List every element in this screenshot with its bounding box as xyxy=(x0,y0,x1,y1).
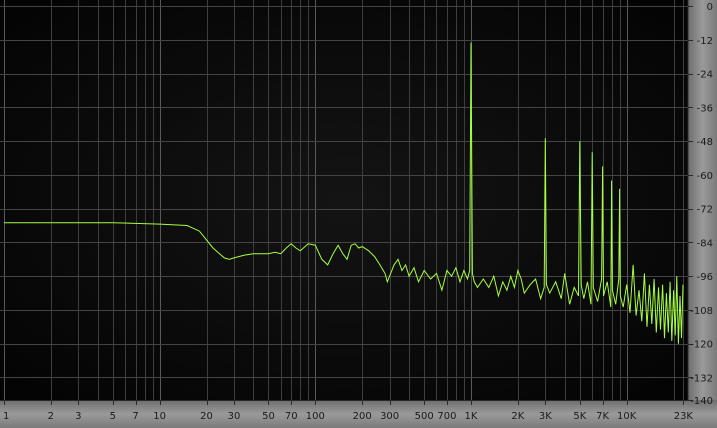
x-tick-label: 7K xyxy=(596,411,609,422)
x-tick-label: 10K xyxy=(617,411,637,422)
x-tick-label: 30 xyxy=(228,411,241,422)
x-tick-label: 300 xyxy=(380,411,399,422)
y-tick-label: -72 xyxy=(697,205,713,216)
x-tick-label: 3 xyxy=(75,411,81,422)
y-tick-label: -36 xyxy=(697,103,713,114)
y-tick-label: -48 xyxy=(697,137,713,148)
y-tick-label: -60 xyxy=(697,171,713,182)
y-tick-label: -96 xyxy=(697,272,713,283)
y-tick-label: -108 xyxy=(690,306,713,317)
x-tick-label: 500 xyxy=(415,411,434,422)
spectrum-analyzer-chart: 0 -12 -24 -36 -48 -60 -72 -84 -96 -108 -120 -132 -14… xyxy=(0,0,717,428)
y-tick-label: -84 xyxy=(697,238,713,249)
plot-area xyxy=(0,0,688,400)
x-tick-label: 2K xyxy=(511,411,524,422)
x-tick-label: 5K xyxy=(573,411,586,422)
x-tick-label: 2 xyxy=(48,411,54,422)
y-tick-label: -132 xyxy=(690,373,713,384)
x-tick-label: 7 xyxy=(132,411,138,422)
x-tick-label: 20 xyxy=(200,411,213,422)
x-tick-label: 10 xyxy=(153,411,166,422)
x-tick-label: 200 xyxy=(353,411,372,422)
x-tick-label: 100 xyxy=(306,411,325,422)
x-tick-label: 3K xyxy=(539,411,552,422)
x-tick-label: 1K xyxy=(465,411,478,422)
x-tick-label: 70 xyxy=(285,411,298,422)
y-tick-label: -140 xyxy=(690,396,713,407)
x-tick-label: 50 xyxy=(262,411,275,422)
y-tick-label: 0 xyxy=(707,2,713,13)
y-tick-label: -24 xyxy=(697,70,713,81)
y-tick-label: -120 xyxy=(690,340,713,351)
x-tick-label: 5 xyxy=(110,411,116,422)
x-tick-label: 23K xyxy=(674,411,694,422)
x-tick-label: 1 xyxy=(3,411,9,422)
y-tick-label: -12 xyxy=(697,36,713,47)
x-tick-label: 700 xyxy=(437,411,456,422)
